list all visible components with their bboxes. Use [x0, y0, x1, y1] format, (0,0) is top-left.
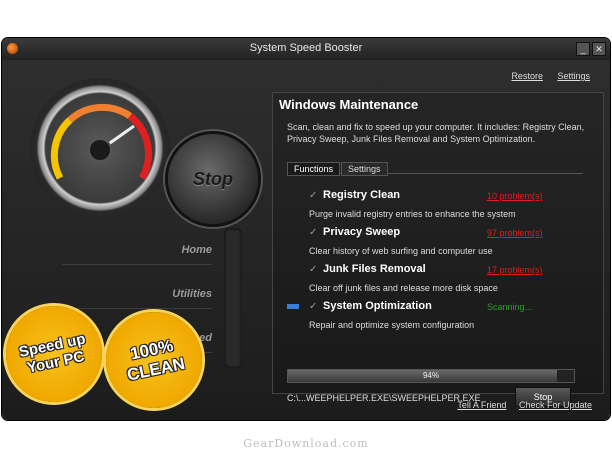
checkmark-icon[interactable]: ✓ [309, 302, 319, 312]
settings-link[interactable]: Settings [557, 71, 590, 81]
checkmark-icon[interactable]: ✓ [309, 228, 319, 238]
clean-badge-text: 100% CLEAN [125, 335, 187, 385]
item-desc: Repair and optimize system configuration [309, 320, 475, 330]
big-stop-label: Stop [193, 169, 233, 189]
nav-utilities-label: Utilities [172, 288, 212, 300]
tab-settings[interactable]: Settings [341, 162, 388, 176]
panel-description: Scan, clean and fix to speed up your com… [287, 122, 585, 144]
big-stop-button[interactable]: Stop [168, 134, 258, 224]
check-update-link[interactable]: Check For Update [519, 400, 592, 410]
item-status[interactable]: 97 problem(s) [487, 228, 543, 238]
tell-a-friend-link[interactable]: Tell A Friend [457, 400, 506, 410]
minimize-button[interactable]: _ [576, 42, 590, 56]
speed-up-badge-text: Speed up Your PC [17, 330, 88, 377]
watermark: GearDownload.com [243, 437, 369, 450]
item-status: Scanning... [487, 302, 533, 312]
title-bar[interactable]: System Speed Booster _ ✕ [2, 38, 610, 60]
speed-up-badge: Speed up Your PC [0, 297, 111, 411]
tab-functions[interactable]: Functions [287, 162, 341, 176]
progress-label: 94% [422, 371, 439, 380]
close-button[interactable]: ✕ [592, 42, 606, 56]
item-desc: Clear history of web surfing and compute… [309, 246, 493, 256]
nav-scrollbar[interactable] [224, 228, 242, 368]
scan-progress-bar: 94% [287, 369, 575, 383]
window-title: System Speed Booster [249, 42, 363, 54]
panel-title: Windows Maintenance [279, 97, 419, 112]
speedometer-gauge [30, 78, 170, 218]
tab-bar: Functions Settings [287, 159, 583, 176]
item-status[interactable]: 17 problem(s) [487, 265, 543, 275]
bottom-links: Tell A Friend Check For Update [447, 400, 592, 410]
item-name: Registry Clean [323, 189, 401, 201]
busy-indicator-icon [287, 304, 299, 309]
nav-home[interactable]: Home [62, 224, 212, 265]
item-desc: Purge invalid registry entries to enhanc… [309, 209, 516, 219]
nav-home-label: Home [181, 244, 212, 256]
checkmark-icon[interactable]: ✓ [309, 265, 319, 275]
item-desc: Clear off junk files and release more di… [309, 283, 498, 293]
clean-badge: 100% CLEAN [97, 303, 211, 417]
item-status[interactable]: 10 problem(s) [487, 191, 543, 201]
maintenance-panel: Windows Maintenance Scan, clean and fix … [272, 92, 604, 407]
item-name: Junk Files Removal [323, 263, 426, 275]
item-name: System Optimization [323, 300, 432, 312]
top-links: Restore Settings [499, 71, 590, 81]
item-name: Privacy Sweep [323, 226, 401, 238]
restore-link[interactable]: Restore [511, 71, 543, 81]
checkmark-icon[interactable]: ✓ [309, 191, 319, 201]
